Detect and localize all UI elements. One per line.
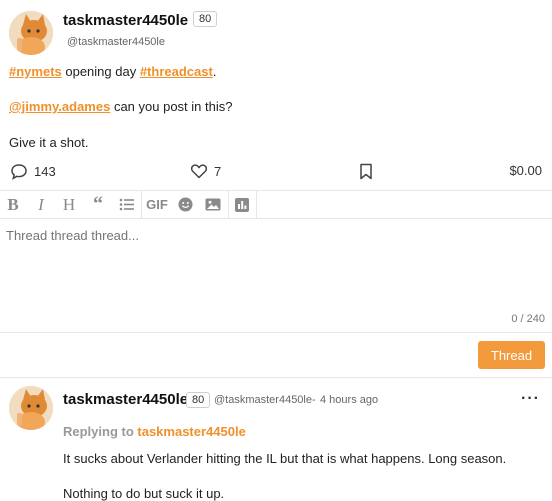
replying-to-line: Replying to taskmaster4450le bbox=[63, 424, 246, 439]
bookmark-button[interactable] bbox=[359, 163, 373, 185]
avatar[interactable] bbox=[9, 11, 53, 55]
character-counter: 0 / 240 bbox=[511, 313, 545, 325]
reply-line-1: It sucks about Verlander hitting the IL … bbox=[63, 451, 507, 466]
image-icon[interactable] bbox=[200, 191, 226, 218]
editor-toolbar: B I H “ GIF bbox=[0, 190, 552, 219]
comments-count: 143 bbox=[34, 164, 56, 179]
payout-value[interactable]: $0.00 bbox=[509, 163, 542, 178]
mention-link[interactable]: @jimmy.adames bbox=[9, 99, 110, 114]
replying-to-link[interactable]: taskmaster4450le bbox=[137, 424, 245, 439]
replying-prefix: Replying to bbox=[63, 424, 138, 439]
reply-handle[interactable]: @taskmaster4450le bbox=[214, 394, 312, 406]
thread-input[interactable] bbox=[0, 220, 552, 326]
post-text: can you post in this? bbox=[110, 99, 233, 114]
post-line-1: #nymets opening day #threadcast. bbox=[9, 64, 216, 79]
reputation-badge: 80 bbox=[186, 392, 211, 408]
post-text: opening day bbox=[61, 64, 140, 79]
like-button[interactable]: 7 bbox=[190, 163, 221, 179]
reply-username[interactable]: taskmaster4450le bbox=[63, 391, 188, 408]
quote-icon[interactable]: “ bbox=[85, 191, 111, 218]
reputation-badge: 80 bbox=[193, 11, 218, 27]
more-options-icon[interactable]: ··· bbox=[521, 390, 540, 408]
hashtag-link[interactable]: #threadcast bbox=[140, 64, 213, 79]
emoji-icon[interactable] bbox=[172, 191, 198, 218]
list-icon[interactable] bbox=[113, 191, 139, 218]
post-line-2: @jimmy.adames can you post in this? bbox=[9, 99, 232, 114]
comment-icon bbox=[11, 164, 27, 180]
italic-icon[interactable]: I bbox=[28, 191, 54, 218]
divider bbox=[0, 332, 552, 333]
comments-button[interactable]: 143 bbox=[10, 163, 56, 180]
bookmark-icon bbox=[360, 163, 372, 180]
gif-icon[interactable]: GIF bbox=[143, 191, 171, 218]
heart-icon bbox=[190, 164, 208, 179]
cat-avatar-image bbox=[9, 11, 53, 55]
thread-submit-button[interactable]: Thread bbox=[478, 341, 545, 369]
separator-dash: - bbox=[312, 394, 316, 406]
post-handle[interactable]: @taskmaster4450le bbox=[67, 36, 165, 48]
heading-icon[interactable]: H bbox=[56, 191, 82, 218]
divider bbox=[0, 377, 552, 378]
chart-icon[interactable] bbox=[229, 191, 255, 218]
bold-icon[interactable]: B bbox=[0, 191, 26, 218]
likes-count: 7 bbox=[214, 163, 222, 179]
hashtag-link[interactable]: #nymets bbox=[9, 64, 62, 79]
cat-avatar-image bbox=[9, 386, 53, 430]
reply-time: 4 hours ago bbox=[320, 394, 379, 406]
avatar[interactable] bbox=[9, 386, 53, 430]
post-username[interactable]: taskmaster4450le bbox=[63, 12, 188, 29]
reply-line-2: Nothing to do but suck it up. bbox=[63, 486, 225, 501]
post-line-3: Give it a shot. bbox=[9, 135, 89, 150]
post-text: . bbox=[212, 64, 217, 79]
